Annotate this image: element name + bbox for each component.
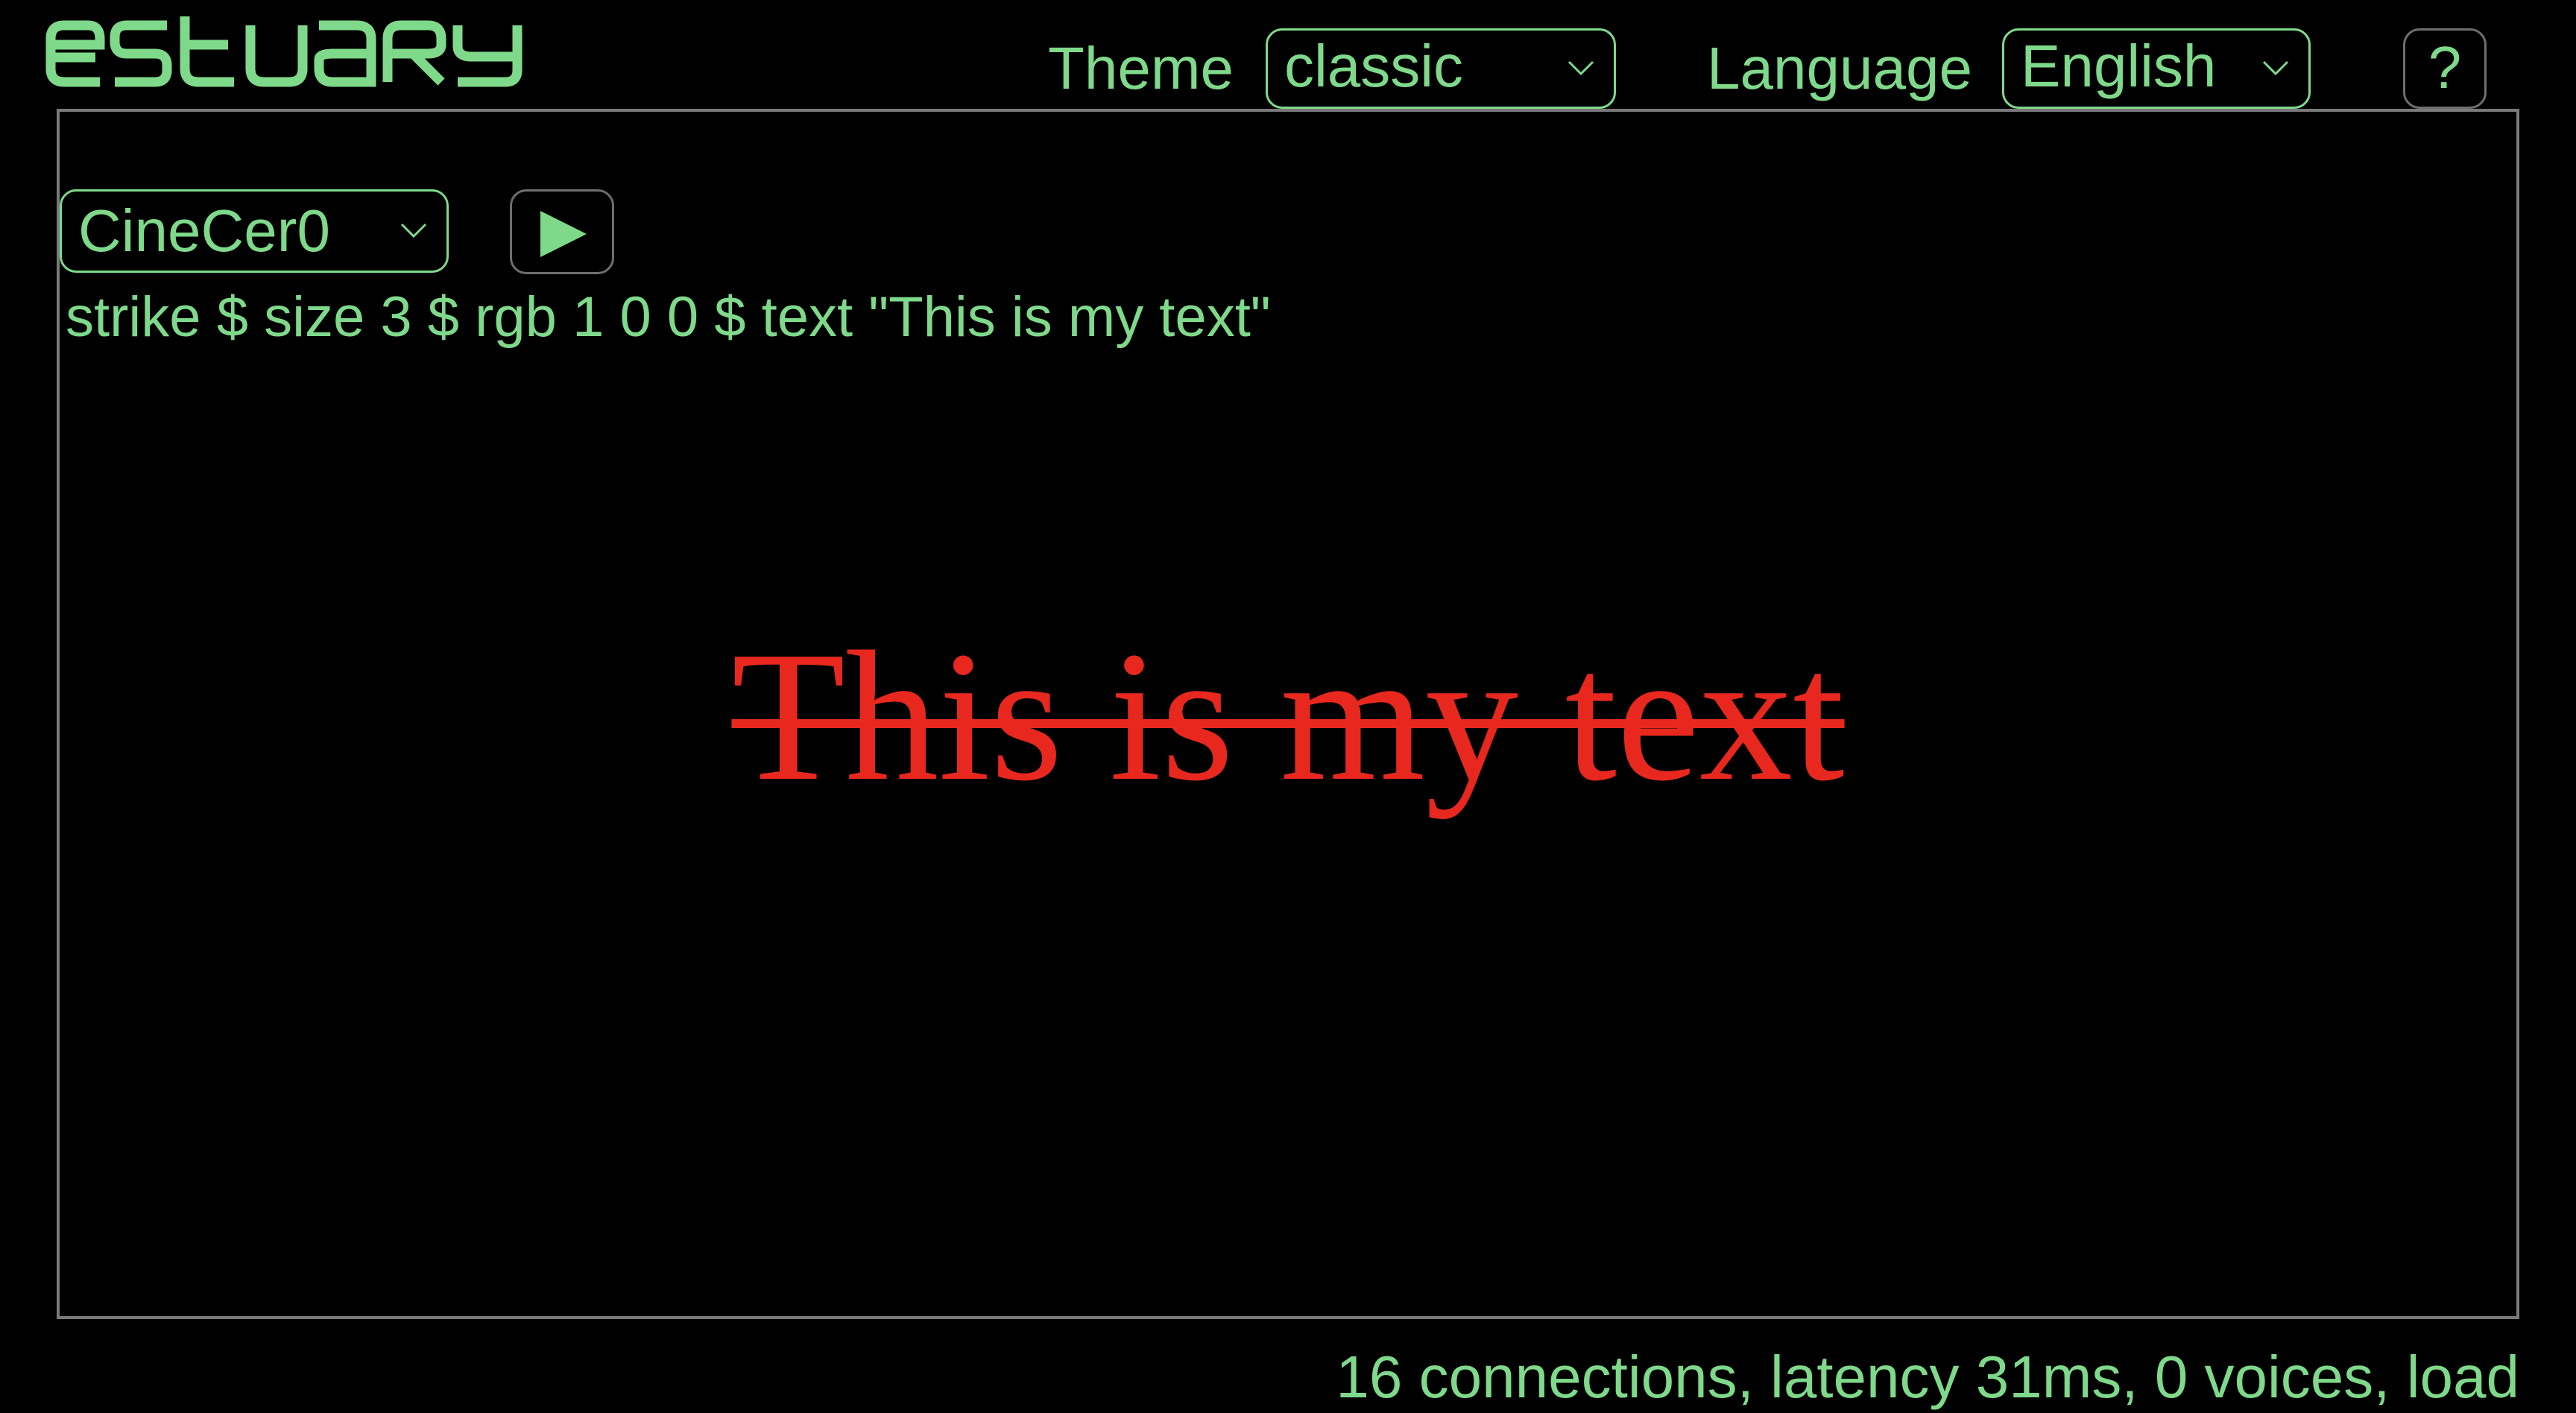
theme-select-value: classic	[1284, 33, 1464, 99]
language-select-value: English	[2021, 33, 2217, 99]
theme-label: Theme	[1048, 35, 1234, 101]
chevron-down-icon	[400, 223, 427, 238]
play-icon	[540, 211, 587, 257]
logo	[43, 16, 535, 91]
rendered-canvas-text: This is my text	[731, 613, 1845, 820]
theme-select[interactable]: classic	[1266, 28, 1616, 109]
chevron-down-icon	[1568, 60, 1594, 76]
chevron-down-icon	[2262, 60, 2289, 76]
play-button[interactable]	[510, 189, 614, 274]
language-label: Language	[1707, 35, 1972, 101]
code-editor-line[interactable]: strike $ size 3 $ rgb 1 0 0 $ text "This…	[66, 280, 1271, 355]
help-button[interactable]: ?	[2403, 28, 2487, 109]
language-select[interactable]: English	[2002, 28, 2311, 109]
editor-language-select[interactable]: CineCer0	[60, 189, 449, 273]
editor-language-value: CineCer0	[78, 197, 330, 264]
